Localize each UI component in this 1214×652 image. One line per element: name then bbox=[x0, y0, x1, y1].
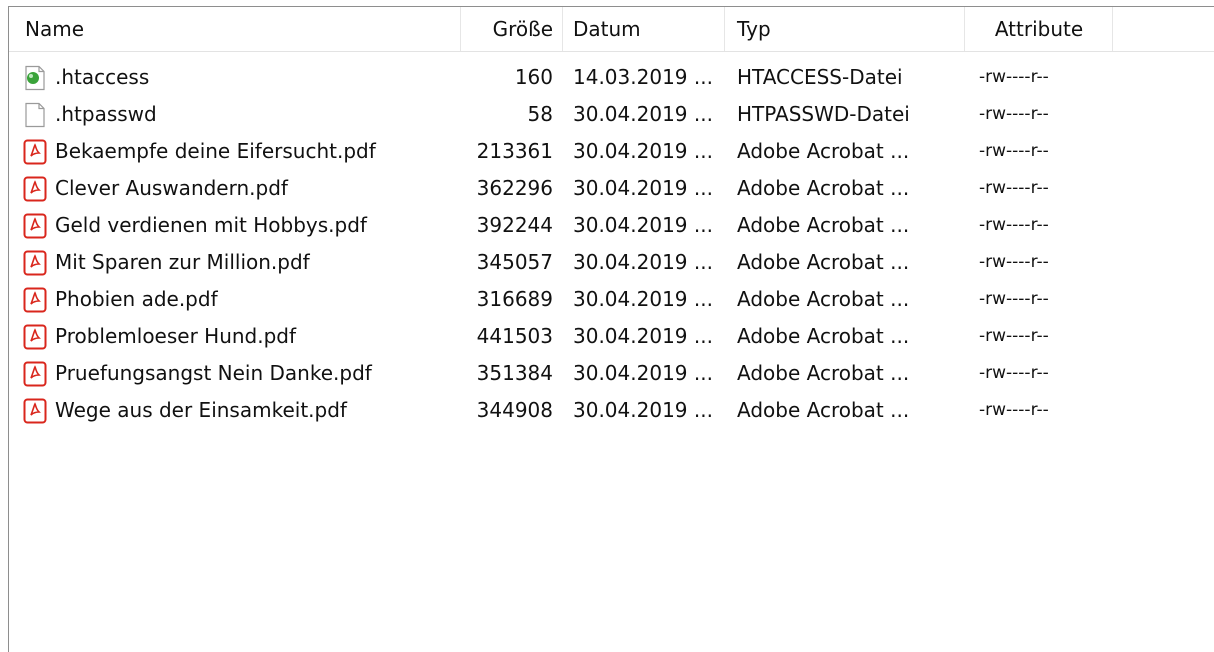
file-size: 345057 bbox=[476, 250, 553, 274]
pdf-file-icon bbox=[23, 398, 47, 424]
file-date: 30.04.2019 ... bbox=[573, 102, 713, 126]
file-size: 160 bbox=[514, 65, 553, 89]
column-header-bar: Name Größe Datum Typ Attribute bbox=[9, 7, 1214, 52]
file-attributes: -rw----r-- bbox=[979, 104, 1049, 124]
file-row[interactable]: Phobien ade.pdf 316689 30.04.2019 ... Adobe… bbox=[9, 281, 1214, 318]
file-name-cell[interactable]: Mit Sparen zur Million.pdf bbox=[23, 244, 463, 281]
blank-file-icon bbox=[23, 102, 47, 128]
file-size: 362296 bbox=[476, 176, 553, 200]
column-header-size-label: Größe bbox=[492, 17, 553, 41]
file-row[interactable]: Clever Auswandern.pdf 362296 30.04.2019 ..… bbox=[9, 170, 1214, 207]
file-list-panel: Name Größe Datum Typ Attribute .htaccess… bbox=[8, 6, 1214, 652]
file-type: Adobe Acrobat ... bbox=[737, 287, 910, 311]
file-type: Adobe Acrobat ... bbox=[737, 139, 910, 163]
file-name-cell[interactable]: Pruefungsangst Nein Danke.pdf bbox=[23, 355, 463, 392]
file-date: 30.04.2019 ... bbox=[573, 398, 713, 422]
column-header-filler bbox=[1113, 7, 1214, 51]
file-date: 14.03.2019 ... bbox=[573, 65, 713, 89]
file-name-cell[interactable]: Bekaempfe deine Eifersucht.pdf bbox=[23, 133, 463, 170]
file-attributes: -rw----r-- bbox=[979, 178, 1049, 198]
pdf-file-icon bbox=[23, 176, 47, 202]
file-type: HTACCESS-Datei bbox=[737, 65, 903, 89]
htaccess-file-icon bbox=[23, 65, 47, 91]
file-name: Geld verdienen mit Hobbys.pdf bbox=[55, 213, 367, 237]
pdf-file-icon bbox=[23, 250, 47, 276]
file-type: Adobe Acrobat ... bbox=[737, 250, 910, 274]
file-name: Phobien ade.pdf bbox=[55, 287, 218, 311]
file-date: 30.04.2019 ... bbox=[573, 361, 713, 385]
column-header-date-label: Datum bbox=[573, 17, 641, 41]
file-name-cell[interactable]: Clever Auswandern.pdf bbox=[23, 170, 463, 207]
file-name-cell[interactable]: Phobien ade.pdf bbox=[23, 281, 463, 318]
file-name: Clever Auswandern.pdf bbox=[55, 176, 288, 200]
column-header-type[interactable]: Typ bbox=[725, 7, 965, 51]
file-date: 30.04.2019 ... bbox=[573, 213, 713, 237]
file-type: Adobe Acrobat ... bbox=[737, 176, 910, 200]
file-row[interactable]: Wege aus der Einsamkeit.pdf 344908 30.04.2… bbox=[9, 392, 1214, 429]
file-name-cell[interactable]: Problemloeser Hund.pdf bbox=[23, 318, 463, 355]
column-header-attributes[interactable]: Attribute bbox=[965, 7, 1113, 51]
file-name-cell[interactable]: .htpasswd bbox=[23, 96, 463, 133]
pdf-file-icon bbox=[23, 139, 47, 165]
file-attributes: -rw----r-- bbox=[979, 289, 1049, 309]
file-name: Problemloeser Hund.pdf bbox=[55, 324, 297, 348]
pdf-file-icon bbox=[23, 213, 47, 239]
file-date: 30.04.2019 ... bbox=[573, 324, 713, 348]
file-date: 30.04.2019 ... bbox=[573, 287, 713, 311]
pdf-file-icon bbox=[23, 361, 47, 387]
file-row[interactable]: Pruefungsangst Nein Danke.pdf 351384 30.04… bbox=[9, 355, 1214, 392]
file-attributes: -rw----r-- bbox=[979, 215, 1049, 235]
file-date: 30.04.2019 ... bbox=[573, 250, 713, 274]
file-size: 58 bbox=[527, 102, 553, 126]
pdf-file-icon bbox=[23, 287, 47, 313]
file-name: .htaccess bbox=[55, 65, 150, 89]
file-date: 30.04.2019 ... bbox=[573, 176, 713, 200]
file-row[interactable]: Bekaempfe deine Eifersucht.pdf 213361 30.0… bbox=[9, 133, 1214, 170]
file-type: Adobe Acrobat ... bbox=[737, 398, 910, 422]
file-row[interactable]: Geld verdienen mit Hobbys.pdf 392244 30.04… bbox=[9, 207, 1214, 244]
column-header-type-label: Typ bbox=[737, 17, 771, 41]
file-size: 213361 bbox=[476, 139, 553, 163]
file-name-cell[interactable]: Geld verdienen mit Hobbys.pdf bbox=[23, 207, 463, 244]
file-date: 30.04.2019 ... bbox=[573, 139, 713, 163]
file-name: Bekaempfe deine Eifersucht.pdf bbox=[55, 139, 376, 163]
file-row[interactable]: Mit Sparen zur Million.pdf 345057 30.04.20… bbox=[9, 244, 1214, 281]
file-size: 344908 bbox=[476, 398, 553, 422]
column-header-date[interactable]: Datum bbox=[563, 7, 725, 51]
pdf-file-icon bbox=[23, 324, 47, 350]
file-type: Adobe Acrobat ... bbox=[737, 324, 910, 348]
file-attributes: -rw----r-- bbox=[979, 400, 1049, 420]
column-header-name-label: Name bbox=[25, 17, 85, 41]
file-name-cell[interactable]: Wege aus der Einsamkeit.pdf bbox=[23, 392, 463, 429]
file-row[interactable]: .htpasswd 58 30.04.2019 ... HTPASSWD-Datei -… bbox=[9, 96, 1214, 133]
column-header-attributes-label: Attribute bbox=[994, 17, 1084, 41]
column-header-name[interactable]: Name bbox=[9, 7, 461, 51]
column-header-size[interactable]: Größe bbox=[461, 7, 563, 51]
file-row[interactable]: .htaccess 160 14.03.2019 ... HTACCESS-Datei… bbox=[9, 59, 1214, 96]
file-type: HTPASSWD-Datei bbox=[737, 102, 910, 126]
file-name: .htpasswd bbox=[55, 102, 157, 126]
file-attributes: -rw----r-- bbox=[979, 363, 1049, 383]
file-size: 441503 bbox=[476, 324, 553, 348]
file-size: 316689 bbox=[476, 287, 553, 311]
file-name: Wege aus der Einsamkeit.pdf bbox=[55, 398, 347, 422]
file-list: .htaccess 160 14.03.2019 ... HTACCESS-Datei… bbox=[9, 59, 1214, 429]
file-attributes: -rw----r-- bbox=[979, 252, 1049, 272]
file-name-cell[interactable]: .htaccess bbox=[23, 59, 463, 96]
file-type: Adobe Acrobat ... bbox=[737, 361, 910, 385]
file-name: Mit Sparen zur Million.pdf bbox=[55, 250, 310, 274]
file-size: 392244 bbox=[476, 213, 553, 237]
file-attributes: -rw----r-- bbox=[979, 141, 1049, 161]
file-attributes: -rw----r-- bbox=[979, 67, 1049, 87]
file-name: Pruefungsangst Nein Danke.pdf bbox=[55, 361, 372, 385]
file-attributes: -rw----r-- bbox=[979, 326, 1049, 346]
file-size: 351384 bbox=[476, 361, 553, 385]
file-type: Adobe Acrobat ... bbox=[737, 213, 910, 237]
file-row[interactable]: Problemloeser Hund.pdf 441503 30.04.2019 .… bbox=[9, 318, 1214, 355]
